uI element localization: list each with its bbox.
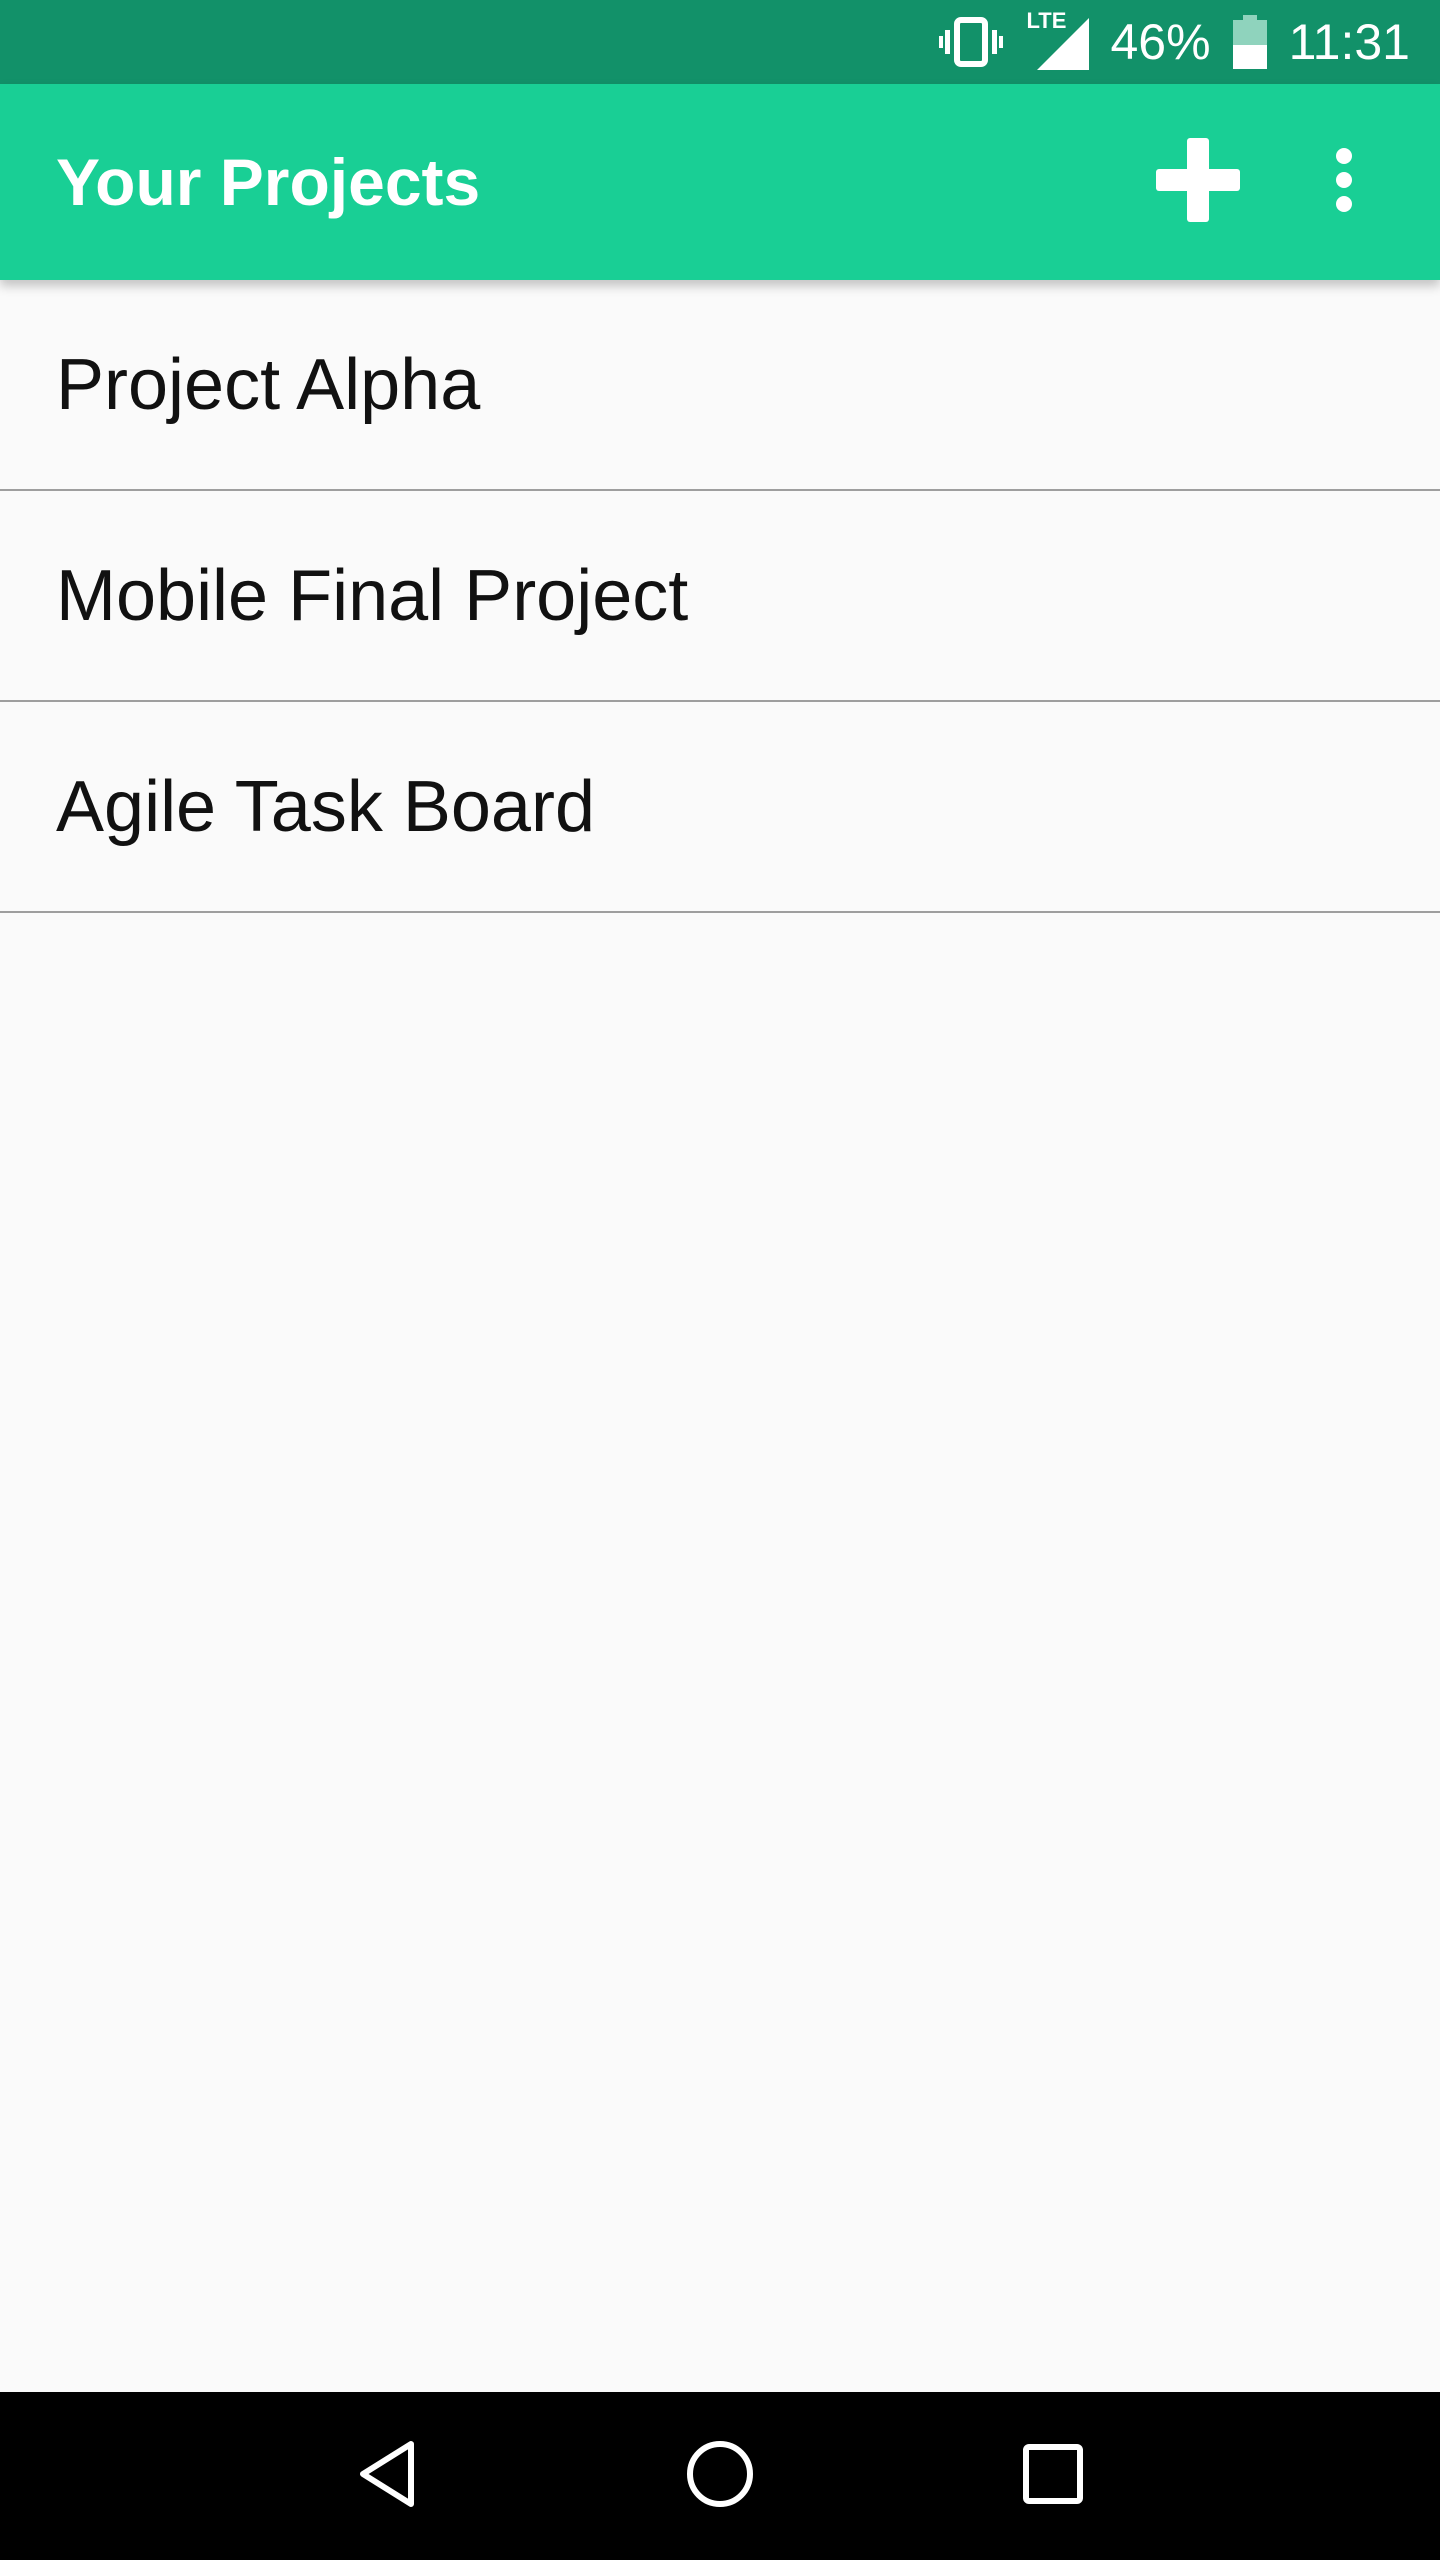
project-list: Project Alpha Mobile Final Project Agile… [0,280,1440,913]
back-button[interactable] [317,2406,457,2546]
home-icon [684,2438,756,2515]
add-project-button[interactable] [1138,122,1258,242]
battery-percent: 46% [1110,14,1211,70]
overflow-menu-icon [1334,147,1354,217]
recents-icon [1021,2442,1085,2511]
page-title: Your Projects [56,145,481,219]
signal-icon: LTE [1025,8,1089,70]
list-item[interactable]: Project Alpha [0,280,1440,491]
network-type-label: LTE [1026,8,1067,33]
battery-icon [1232,15,1267,69]
project-name: Agile Task Board [56,766,595,847]
clock: 11:31 [1288,14,1410,70]
list-item[interactable]: Agile Task Board [0,702,1440,913]
navigation-bar [0,2392,1440,2560]
app-bar: Your Projects [0,84,1440,280]
home-button[interactable] [650,2406,790,2546]
project-name: Project Alpha [56,344,481,425]
back-icon [355,2438,419,2515]
add-icon [1154,136,1242,229]
overflow-menu-button[interactable] [1284,122,1404,242]
vibrate-icon [938,16,1003,68]
recents-button[interactable] [983,2406,1123,2546]
project-name: Mobile Final Project [56,555,689,636]
list-item[interactable]: Mobile Final Project [0,491,1440,702]
status-bar: LTE 46% 11:31 [0,0,1440,84]
